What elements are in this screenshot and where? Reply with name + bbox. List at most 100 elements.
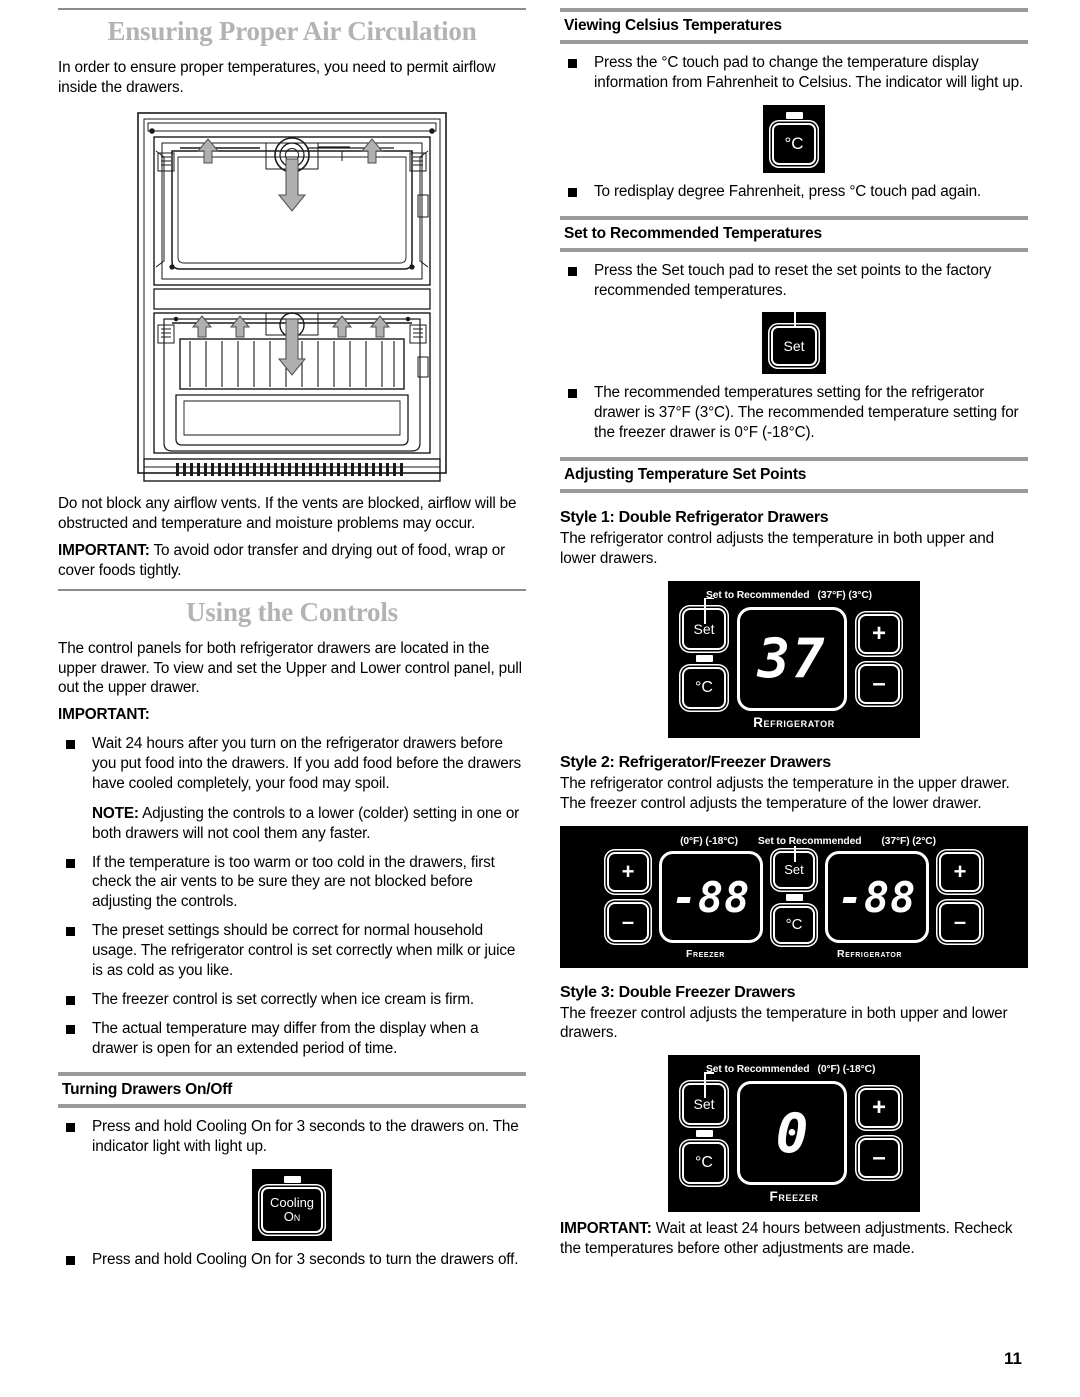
style3-plus-button[interactable]: + [858, 1088, 900, 1129]
set-touchpad-figure: Set [762, 312, 826, 375]
airflow-vents-warning: Do not block any airflow vents. If the v… [58, 495, 517, 533]
page-number: 11 [1004, 1349, 1022, 1368]
recommended-bullets: Press the Set touch pad to reset the set… [560, 261, 1028, 301]
adjusting-header: Adjusting Temperature Set Points [560, 457, 1028, 493]
indicator-led-icon [695, 1129, 713, 1137]
indicator-led-icon [283, 1176, 301, 1184]
style2-freezer-display-value: -88 [671, 872, 751, 922]
style1-right-keys: + – [858, 613, 900, 704]
style3-caption: Freezer [769, 1189, 819, 1205]
header-rule-bottom [560, 247, 1028, 252]
celsius-touchpad-figure: °C [763, 104, 825, 173]
style1-heading: Style 1: Double Refrigerator Drawers [560, 509, 829, 526]
style1-temperature-display: 37 [737, 606, 847, 711]
manual-page: Ensuring Proper Air Circulation In order… [0, 0, 1080, 1397]
style3-minus-button[interactable]: – [858, 1138, 900, 1179]
list-item: The preset settings should be correct fo… [58, 921, 526, 981]
bullet-text: The recommended temperatures setting for… [594, 384, 1019, 442]
style1-panel-wrap: Set to Recommended (37°F) (3°C) Set °C 3… [560, 580, 1028, 738]
bullet-text: To redisplay degree Fahrenheit, press °C… [594, 182, 982, 200]
important-label-2: IMPORTANT: [58, 706, 150, 724]
important-odor-transfer: IMPORTANT: To avoid odor transfer and dr… [58, 541, 526, 581]
style3-panel-row: Set °C 0 + – [682, 1081, 906, 1186]
important-adjustments: IMPORTANT: Wait at least 24 hours betwee… [560, 1219, 1028, 1259]
list-item: Press the Set touch pad to reset the set… [560, 261, 1028, 301]
list-item: The recommended temperatures setting for… [560, 383, 1028, 443]
set-pad-label: Set [783, 338, 805, 355]
style2-freezer-display: -88 [659, 851, 763, 943]
recommended-title: Set to Recommended Temperatures [564, 224, 822, 242]
indicator-led-icon [695, 655, 713, 663]
list-item: Press and hold Cooling On for 3 seconds … [58, 1117, 526, 1157]
left-column: Ensuring Proper Air Circulation In order… [58, 0, 526, 1270]
bullet-text: The preset settings should be correct fo… [92, 922, 516, 979]
style2-celsius-button[interactable]: °C [773, 905, 815, 944]
style1-celsius-key-label: °C [695, 679, 713, 697]
celsius-bullets: Press the °C touch pad to change the tem… [560, 53, 1028, 93]
leader-line-vertical [794, 845, 796, 862]
style2-fridge-temp-label: (37°F) (2°C) [881, 835, 936, 847]
style2-panel-wrap: (0°F) (-18°C) Set to Recommended (37°F) … [560, 825, 1028, 968]
page-title: Ensuring Proper Air Circulation [107, 16, 477, 46]
important-label-3: IMPORTANT: [560, 1220, 652, 1238]
style2-freezer-keys: + – [607, 852, 649, 942]
style2-captions: Freezer Refrigerator [576, 948, 1012, 960]
leader-line-horizontal [704, 1072, 714, 1074]
turning-drawers-bullets: Press and hold Cooling On for 3 seconds … [58, 1117, 526, 1157]
leader-line [794, 312, 796, 327]
cooling-on-button[interactable]: Cooling On [261, 1187, 323, 1234]
style1-text: The refrigerator control adjusts the tem… [560, 530, 994, 567]
style3-text: The freezer control adjusts the temperat… [560, 1004, 1008, 1042]
list-item: The freezer control is set correctly whe… [58, 990, 526, 1010]
set-figure-wrap: Set [560, 312, 1028, 375]
style2-fridge-plus-button[interactable]: + [939, 852, 981, 892]
cooling-on-figure-wrap: Cooling On [58, 1169, 526, 1242]
air-circulation-intro: In order to ensure proper temperatures, … [58, 58, 496, 96]
celsius-bullets-2: To redisplay degree Fahrenheit, press °C… [560, 182, 1028, 202]
bullet-text: If the temperature is too warm or too co… [92, 853, 495, 911]
celsius-header: Viewing Celsius Temperatures [560, 8, 1028, 44]
celsius-figure-wrap: °C [560, 104, 1028, 173]
style3-panel-labels: Set to Recommended (0°F) (-18°C) [682, 1064, 906, 1075]
turning-drawers-title: Turning Drawers On/Off [62, 1081, 233, 1099]
set-touchpad-button[interactable]: Set [771, 326, 817, 367]
style2-freezer-minus-button[interactable]: – [607, 902, 649, 942]
style1-celsius-button[interactable]: °C [682, 667, 726, 710]
note-label: NOTE: [92, 804, 139, 822]
celsius-touchpad-button[interactable]: °C [772, 122, 816, 165]
style2-freezer-caption: Freezer [685, 947, 725, 960]
style3-celsius-key-label: °C [695, 1153, 713, 1171]
style2-freezer-plus-button[interactable]: + [607, 852, 649, 892]
important-label-1: IMPORTANT: [58, 542, 150, 560]
list-item: Press the °C touch pad to change the tem… [560, 53, 1028, 93]
leader-line-horizontal [704, 597, 714, 600]
style1-caption: Refrigerator [753, 714, 835, 730]
style2-fridge-caption: Refrigerator [836, 947, 903, 960]
bullet-text: The actual temperature may differ from t… [92, 1019, 479, 1057]
style2-fridge-keys: + – [939, 852, 981, 942]
recommended-header: Set to Recommended Temperatures [560, 215, 1028, 252]
cooling-on-label-line1: Cooling [269, 1195, 315, 1211]
bullet-text: Press the Set touch pad to reset the set… [594, 261, 992, 299]
style2-celsius-key-label: °C [785, 916, 803, 933]
style2-center-keys: Set °C [773, 850, 815, 944]
style2-fridge-minus-button[interactable]: – [939, 902, 981, 942]
style3-celsius-button[interactable]: °C [682, 1141, 726, 1184]
fridge-svg [137, 112, 447, 483]
style2-text: The refrigerator control adjusts the tem… [560, 774, 1010, 812]
style1-minus-button[interactable]: – [858, 663, 900, 704]
header-rule-bottom [560, 489, 1028, 493]
style2-heading: Style 2: Refrigerator/Freezer Drawers [560, 753, 831, 771]
list-item: Wait 24 hours after you turn on the refr… [58, 734, 526, 843]
list-item: To redisplay degree Fahrenheit, press °C… [560, 182, 1028, 202]
using-controls-title: Using the Controls [186, 596, 398, 627]
style2-set-key-label: Set [784, 862, 804, 877]
bullet-text: The freezer control is set correctly whe… [92, 990, 475, 1008]
style3-temp-label: (0°F) (-18°C) [817, 1064, 876, 1076]
recommended-bullets-2: The recommended temperatures setting for… [560, 383, 1028, 443]
style2-freezer-temp-label: (0°F) (-18°C) [680, 835, 738, 847]
note-text: Adjusting the controls to a lower (colde… [92, 804, 520, 842]
style1-plus-button[interactable]: + [858, 613, 900, 654]
style1-display-value: 37 [757, 627, 827, 691]
using-controls-bullets: Wait 24 hours after you turn on the refr… [58, 734, 526, 1058]
